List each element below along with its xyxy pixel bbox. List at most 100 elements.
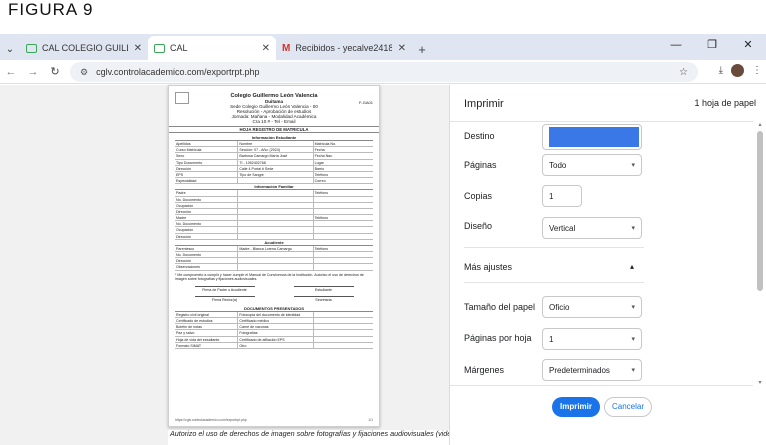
table-cell: TI - 1052402768: [238, 159, 314, 165]
more-settings-toggle[interactable]: Más ajustes: [464, 262, 512, 272]
chevron-down-icon: ▾: [631, 304, 635, 311]
url-text: cglv.controlacademico.com/exportrpt.php: [96, 67, 260, 77]
table-cell: [314, 197, 373, 202]
table-cell: Teléfono: [314, 246, 329, 251]
table-cell: No. Documento: [175, 196, 239, 202]
tab-colegio[interactable]: CAL COLEGIO GUILLERMO LEON ✕: [20, 36, 148, 60]
table-cell: [238, 196, 314, 202]
table-cell: Matrícula No.: [314, 142, 336, 146]
scroll-down-icon[interactable]: ▾: [756, 379, 764, 386]
scrollbar-thumb[interactable]: [757, 131, 763, 291]
redacted-destination: [549, 127, 639, 147]
table-cell: Teléfono: [314, 172, 329, 177]
signatures: Firma Rector(a) Secretaria: [175, 295, 373, 302]
new-tab-button[interactable]: +: [412, 38, 432, 60]
divider: [464, 282, 644, 283]
close-icon[interactable]: ✕: [134, 43, 142, 54]
download-icon[interactable]: ⤓: [719, 65, 723, 76]
table-cell: Registro civil original: [175, 311, 239, 317]
table-cell: Tipo Documento: [175, 159, 239, 165]
table-cell: Parentesco: [175, 245, 239, 251]
table-cell: Ocupación: [175, 202, 239, 208]
menu-icon[interactable]: ⋮: [752, 65, 762, 76]
print-settings: Destino Páginas Todo ▾ Copias 1 Diseño V…: [450, 121, 753, 386]
table-cell: Teléfono: [314, 216, 329, 221]
chevron-down-icon: ▾: [631, 336, 635, 343]
table-cell: Apellidos: [175, 141, 239, 147]
tab-active[interactable]: CAL ✕: [148, 36, 276, 60]
document-subtitle: HOJA REGISTRO DE MATRICULA: [169, 126, 379, 133]
table-cell: [314, 234, 373, 239]
pages-per-sheet-label: Páginas por hoja: [464, 333, 532, 343]
table-cell: Correo: [314, 179, 326, 184]
table-cell: [238, 233, 314, 239]
figure-caption: FIGURA 9: [8, 0, 94, 19]
destination-label: Destino: [464, 131, 495, 141]
close-icon[interactable]: ✕: [398, 43, 406, 54]
table-cell: Fecha Nac.: [314, 154, 333, 159]
bookmark-star-icon[interactable]: ☆: [679, 67, 688, 78]
table-cell: [314, 221, 373, 226]
green-square-icon: [26, 43, 37, 53]
table-cell: Sexo: [175, 153, 239, 159]
print-button[interactable]: Imprimir: [552, 397, 600, 417]
table-cell: Boletín de notas: [175, 324, 239, 330]
table-cell: Dirección: [175, 165, 239, 171]
close-window-icon[interactable]: ✕: [730, 34, 766, 56]
print-title: Imprimir: [464, 98, 504, 110]
table-cell: [238, 221, 314, 227]
table-cell: Madre: [175, 215, 239, 221]
table-cell: Fecha: [314, 148, 325, 153]
pages-per-sheet-select[interactable]: 1 ▾: [542, 328, 642, 350]
reload-icon[interactable]: ↻: [44, 65, 66, 78]
tab-title: CAL COLEGIO GUILLERMO LEON: [42, 43, 128, 53]
table-cell: No. Documento: [175, 252, 239, 258]
tab-search-chevron-icon[interactable]: ⌄: [0, 38, 20, 60]
table-cell: Sección: 07 - Año: (2024): [238, 147, 314, 153]
table-cell: EPS: [175, 171, 239, 178]
table-cell: [238, 190, 314, 196]
back-icon[interactable]: ←: [0, 66, 22, 78]
table-cell: Barrio: [314, 166, 325, 171]
paper-size-select[interactable]: Oficio ▾: [542, 296, 642, 318]
table-cell: Teléfono: [314, 191, 329, 196]
table-cell: Dirección: [175, 208, 239, 215]
margins-select[interactable]: Predeterminados ▾: [542, 359, 642, 381]
cancel-button[interactable]: Cancelar: [604, 397, 652, 417]
table-cell: Calle 4 Portal # Sede: [238, 165, 314, 171]
toolbar-actions: ⤓ ⋮: [719, 64, 762, 77]
document-preview: F-GA01 Colegio Guillermo León Valencia D…: [168, 85, 380, 427]
divider: [464, 247, 644, 248]
table-cell: [314, 264, 373, 269]
maximize-icon[interactable]: ❐: [694, 34, 730, 56]
table-cell: Madre - Blanca Lorena Camargo: [238, 245, 314, 251]
print-preview-page: F-GA01 Colegio Guillermo León Valencia D…: [0, 85, 766, 445]
margins-value: Predeterminados: [549, 366, 610, 375]
table-cell: Padre: [175, 190, 239, 196]
window-controls: — ❐ ✕: [658, 34, 766, 56]
school-logo-icon: [175, 92, 189, 104]
layout-value: Vertical: [549, 224, 576, 233]
table-cell: Curso Matrícula: [175, 147, 239, 153]
signature-line: Firma de Padre o Acudiente: [194, 285, 255, 292]
chevron-up-icon[interactable]: ▴: [630, 262, 634, 271]
chevron-down-icon: ▾: [631, 225, 635, 232]
tab-gmail[interactable]: M Recibidos - yecalve2418@gma ✕: [276, 36, 412, 60]
address-bar[interactable]: ⚙ cglv.controlacademico.com/exportrpt.ph…: [70, 62, 698, 82]
signature-line: Estudiante: [293, 285, 354, 292]
signature-line: Firma Rector(a): [194, 295, 255, 302]
scroll-up-icon[interactable]: ▴: [756, 121, 764, 128]
pages-select[interactable]: Todo ▾: [542, 154, 642, 176]
minimize-icon[interactable]: —: [658, 34, 694, 56]
documents-table: DOCUMENTOS PRESENTADOS Registro civil or…: [175, 306, 373, 349]
destination-select[interactable]: [542, 124, 642, 150]
settings-scrollbar[interactable]: ▴ ▾: [756, 121, 764, 386]
copies-input[interactable]: 1: [542, 185, 582, 207]
forward-icon[interactable]: →: [22, 66, 44, 78]
close-icon[interactable]: ✕: [262, 43, 270, 54]
table-cell: [238, 258, 314, 264]
avatar[interactable]: [731, 64, 744, 77]
site-info-icon[interactable]: ⚙: [80, 67, 88, 78]
document-footer-url: https://cglv.controlacademico.com/export…: [175, 418, 247, 422]
layout-select[interactable]: Vertical ▾: [542, 217, 642, 239]
